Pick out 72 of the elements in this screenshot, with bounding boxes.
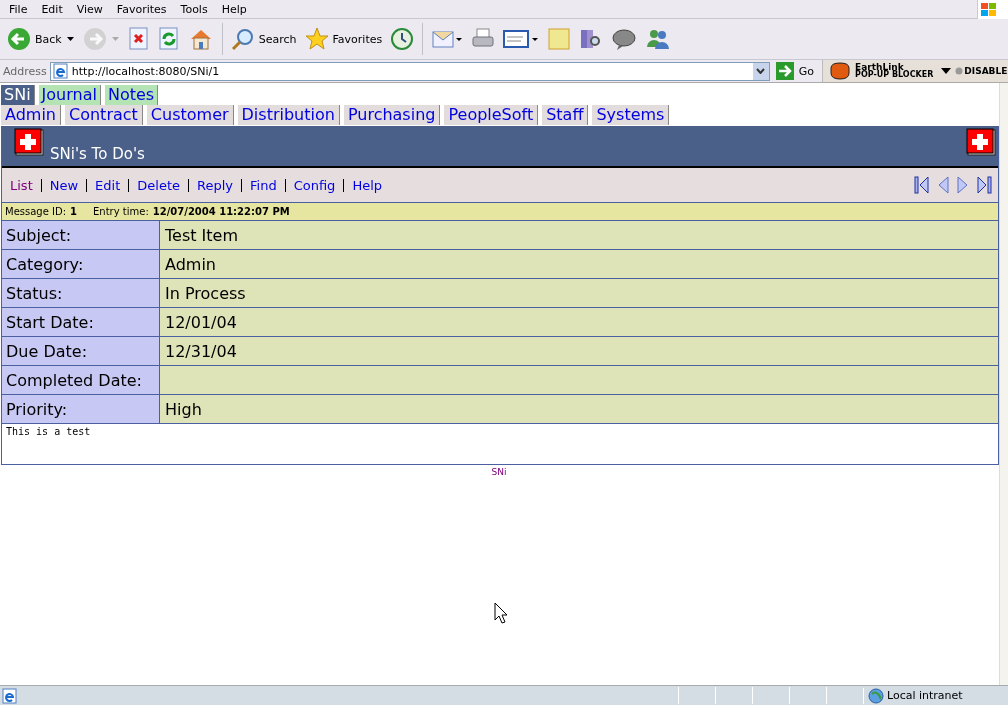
section-tab[interactable]: Purchasing — [343, 105, 441, 125]
action-link[interactable]: Delete — [137, 177, 180, 193]
message-id-label: Message ID: — [5, 206, 67, 217]
favorites-button[interactable]: Favorites — [301, 25, 386, 53]
blocker-name: POP-UP BLOCKER — [855, 71, 934, 79]
field-value: 12/31/04 — [160, 337, 998, 365]
field-label: Status: — [2, 279, 160, 307]
page-icon — [52, 63, 69, 79]
blocker-brand: EarthLink — [855, 63, 905, 71]
field-label: Category: — [2, 250, 160, 278]
section-tab[interactable]: Staff — [542, 105, 589, 125]
field-value: In Process — [160, 279, 998, 307]
zone-label: Local intranet — [887, 689, 963, 702]
action-link[interactable]: List — [10, 177, 33, 193]
field-label: Priority: — [2, 395, 160, 423]
action-link[interactable]: Help — [352, 177, 382, 193]
entry-time-label: Entry time: — [93, 206, 149, 217]
action-link[interactable]: New — [49, 177, 79, 193]
right-arrow-icon — [775, 62, 794, 80]
section-tab[interactable]: Distribution — [237, 105, 340, 125]
disable-button[interactable]: DISABLE — [955, 66, 1008, 76]
field-value: High — [160, 395, 998, 423]
menu-item[interactable]: Edit — [34, 2, 70, 16]
field-label: Subject: — [2, 221, 160, 249]
back-button[interactable]: Back — [4, 25, 65, 53]
globe-icon — [868, 687, 884, 704]
menu-item[interactable]: Help — [214, 2, 254, 16]
mouse-pointer-icon — [494, 602, 508, 624]
menu-item[interactable]: View — [69, 2, 110, 16]
go-button[interactable]: Go — [769, 62, 823, 80]
action-link[interactable]: Config — [293, 177, 336, 193]
field-value: Test Item — [160, 221, 998, 249]
next-page-icon[interactable] — [956, 176, 970, 194]
field-label: Due Date: — [2, 337, 160, 365]
section-tab[interactable]: Admin — [1, 105, 61, 125]
page-title: SNi's To Do's — [50, 145, 145, 163]
page-icon — [2, 687, 18, 704]
section-tab[interactable]: Systems — [592, 105, 670, 125]
action-link[interactable]: Reply — [197, 177, 233, 193]
app-tab[interactable]: Notes — [104, 85, 159, 105]
field-label: Start Date: — [2, 308, 160, 336]
address-label: Address — [2, 64, 48, 78]
star-icon — [304, 27, 329, 51]
action-link[interactable]: Edit — [95, 177, 121, 193]
field-value: 12/01/04 — [160, 308, 998, 336]
address-field[interactable]: http://localhost:8080/SNi/1 — [49, 61, 770, 81]
message-id: 1 — [70, 206, 77, 217]
dot-icon — [955, 67, 964, 75]
search-icon — [230, 27, 255, 51]
menu-item[interactable]: Tools — [173, 2, 215, 16]
dropdown-arrow-icon[interactable] — [941, 68, 952, 74]
dropdown-arrow-icon[interactable] — [66, 37, 74, 41]
app-tab[interactable]: SNi — [1, 85, 35, 105]
footer-text: SNi — [491, 467, 507, 477]
action-link[interactable]: Find — [250, 177, 277, 193]
first-page-icon[interactable] — [914, 176, 930, 194]
section-tab[interactable]: PeopleSoft — [444, 105, 539, 125]
section-tab[interactable]: Contract — [65, 105, 143, 125]
section-tab[interactable]: Customer — [146, 105, 234, 125]
dropdown-button[interactable] — [752, 62, 769, 80]
menu-item[interactable]: File — [2, 2, 35, 16]
previous-page-icon[interactable] — [936, 176, 950, 194]
scrollbar[interactable] — [999, 83, 1008, 685]
message-body: This is a test — [5, 425, 92, 439]
field-label: Completed Date: — [2, 366, 160, 394]
search-button[interactable]: Search — [227, 25, 300, 53]
last-page-icon[interactable] — [976, 176, 992, 194]
menu-item[interactable]: Favorites — [109, 2, 174, 16]
chevron-down-icon — [756, 68, 766, 74]
field-value: Admin — [160, 250, 998, 278]
entry-time: 12/07/2004 11:22:07 PM — [152, 206, 290, 217]
app-tab[interactable]: Journal — [38, 85, 101, 105]
